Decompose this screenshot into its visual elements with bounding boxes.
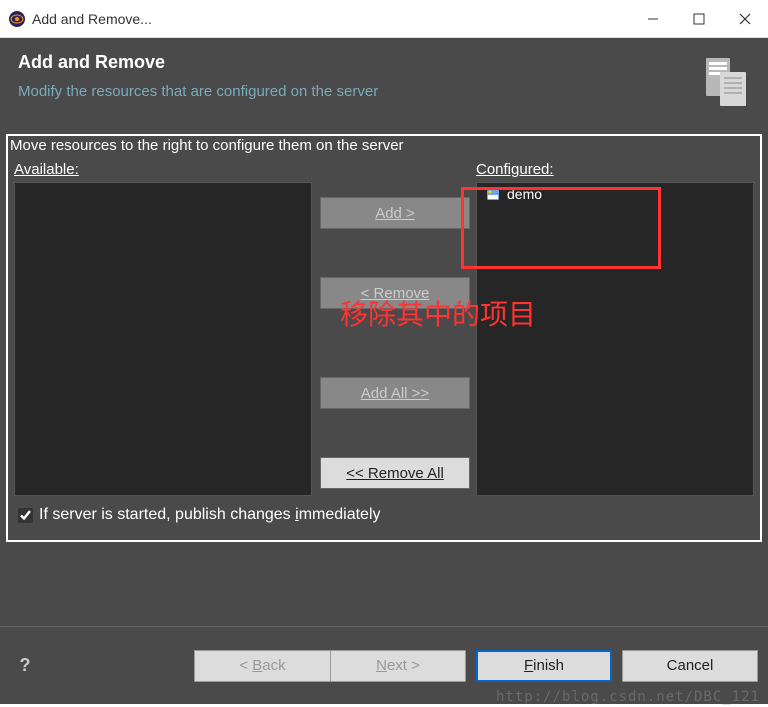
configured-list[interactable]: demo — [476, 182, 754, 496]
dialog-content: Move resources to the right to configure… — [0, 128, 768, 626]
next-button[interactable]: Next > — [330, 650, 466, 682]
window-buttons — [630, 1, 768, 37]
module-icon — [485, 186, 501, 202]
finish-button[interactable]: Finish — [476, 650, 612, 682]
eclipse-icon — [8, 10, 26, 28]
publish-checkbox[interactable] — [18, 508, 33, 523]
minimize-button[interactable] — [630, 1, 676, 37]
close-button[interactable] — [722, 1, 768, 37]
list-item[interactable]: demo — [477, 183, 753, 205]
server-icon — [700, 52, 750, 112]
help-button[interactable]: ? — [10, 651, 40, 681]
dialog-header: Add and Remove Modify the resources that… — [0, 38, 768, 128]
add-all-button[interactable]: Add All >> — [320, 377, 470, 409]
checkbox-label: If server is started, publish changes im… — [39, 506, 381, 524]
back-button[interactable]: < Back — [194, 650, 330, 682]
configured-label: Configured: — [476, 161, 754, 178]
header-subtitle: Modify the resources that are configured… — [18, 83, 700, 100]
header-title: Add and Remove — [18, 52, 700, 73]
titlebar: Add and Remove... — [0, 0, 768, 38]
add-button[interactable]: Add > — [320, 197, 470, 229]
remove-button[interactable]: < Remove — [320, 277, 470, 309]
maximize-button[interactable] — [676, 1, 722, 37]
watermark: http://blog.csdn.net/DBC_121 — [496, 689, 760, 705]
instruction-text: Move resources to the right to configure… — [8, 136, 760, 155]
remove-all-button[interactable]: << Remove All — [320, 457, 470, 489]
window-title: Add and Remove... — [32, 11, 630, 27]
available-label: Available: — [14, 161, 312, 178]
list-item-label: demo — [507, 186, 542, 202]
available-list[interactable] — [14, 182, 312, 496]
cancel-button[interactable]: Cancel — [622, 650, 758, 682]
publish-checkbox-row[interactable]: If server is started, publish changes im… — [8, 496, 760, 534]
